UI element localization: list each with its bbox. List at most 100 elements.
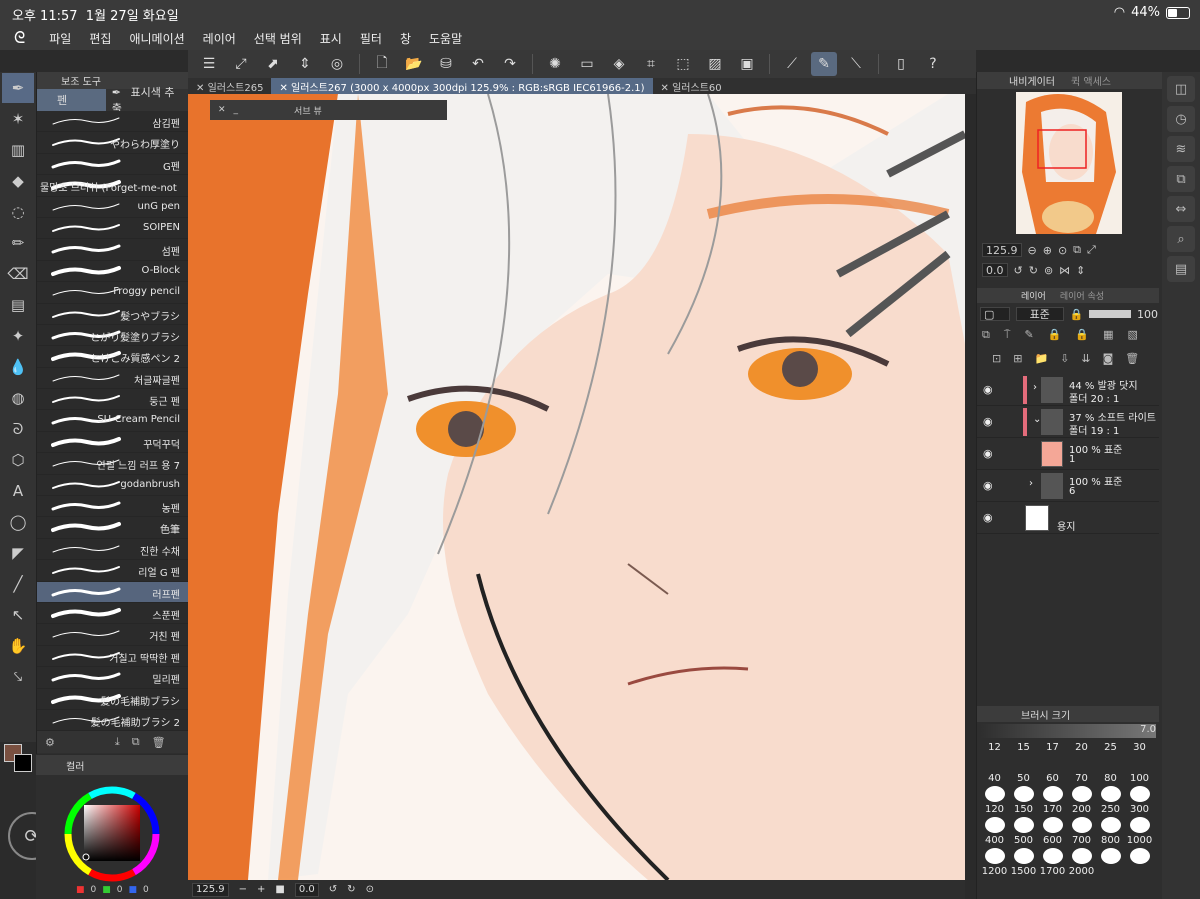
menu-file[interactable]: 파일 bbox=[49, 30, 71, 47]
open-file-icon[interactable]: 📂 bbox=[401, 52, 427, 76]
layer-mode-toggle[interactable]: ▢ bbox=[980, 307, 1010, 321]
navigator-tab[interactable]: 내비게이터 bbox=[1009, 73, 1055, 88]
brush-size-option[interactable]: 1200 bbox=[980, 866, 1009, 895]
brush-item[interactable]: SOIPEN bbox=[37, 217, 188, 240]
nav-zoom-out-icon[interactable]: ⊖ bbox=[1028, 244, 1037, 257]
zoom-out-icon[interactable]: − bbox=[239, 884, 247, 895]
clip-icon[interactable]: ⧉ bbox=[982, 328, 990, 344]
tab-illust267[interactable]: ✕ 일러스트267 (3000 x 4000px 300dpi 125.9% :… bbox=[271, 78, 653, 94]
lock-alpha-icon[interactable]: 🔒 bbox=[1048, 328, 1062, 344]
transform-icon[interactable]: ⬈ bbox=[260, 52, 286, 76]
menu-selection[interactable]: 선택 범위 bbox=[254, 30, 302, 47]
nav-zoom-field[interactable]: 125.9 bbox=[982, 243, 1022, 257]
new-vector-icon[interactable]: ⊞ bbox=[1013, 352, 1022, 368]
nav-flip-v-icon[interactable]: ⤢ bbox=[1087, 243, 1096, 257]
loading-icon[interactable]: ✺ bbox=[542, 52, 568, 76]
subview-window[interactable]: ✕ _ 서브 뷰 bbox=[210, 100, 447, 120]
brush-size-option[interactable]: 500 bbox=[1009, 835, 1038, 864]
brush-size-option[interactable]: 200 bbox=[1067, 804, 1096, 833]
brush-item[interactable]: 연필 느낌 러프 용 7 bbox=[37, 453, 188, 475]
brush-size-tab[interactable]: 브러시 크기 bbox=[977, 706, 1159, 722]
brush-size-option[interactable]: 70 bbox=[1067, 773, 1096, 802]
clear-icon[interactable]: ▭ bbox=[574, 52, 600, 76]
nav-reset-icon[interactable]: ⊚ bbox=[1044, 264, 1053, 277]
visibility-eye-icon[interactable]: ◉ bbox=[983, 511, 993, 524]
layer-tab[interactable]: 레이어 bbox=[1021, 289, 1046, 302]
color-wheel[interactable] bbox=[36, 777, 188, 887]
frame-tool-icon[interactable]: ◤ bbox=[2, 538, 34, 568]
draft-icon[interactable]: ✎ bbox=[1024, 328, 1033, 344]
copy-icon[interactable]: ⧉ bbox=[132, 735, 140, 749]
merge-visible-icon[interactable]: ⇊ bbox=[1081, 352, 1090, 368]
opacity-value[interactable]: 100 bbox=[1137, 308, 1158, 321]
expand-chevron-icon[interactable]: › bbox=[1033, 382, 1037, 393]
brush-item[interactable]: 色筆 bbox=[37, 517, 188, 539]
menu-icon[interactable]: ☰ bbox=[196, 52, 222, 76]
merge-down-icon[interactable]: ⇩ bbox=[1060, 352, 1069, 368]
nav-zoom-in-icon[interactable]: ⊕ bbox=[1043, 244, 1052, 257]
blend-tool-icon[interactable]: 💧 bbox=[2, 352, 34, 382]
subtool-settings-icon[interactable]: ⚙ bbox=[45, 736, 55, 749]
pen-tool-icon[interactable]: ✒ bbox=[2, 73, 34, 103]
brush-size-option[interactable]: 100 bbox=[1125, 773, 1154, 802]
brush-item[interactable]: 리얼 G 펜 bbox=[37, 560, 188, 582]
brush-size-option[interactable]: 800 bbox=[1096, 835, 1125, 864]
save-icon[interactable]: ⛁ bbox=[433, 52, 459, 76]
nav-flip-h-icon[interactable]: ⧉ bbox=[1073, 243, 1081, 257]
brush-size-option[interactable]: 700 bbox=[1067, 835, 1096, 864]
visibility-eye-icon[interactable]: ◉ bbox=[983, 447, 993, 460]
nav-fit-icon[interactable]: ⊙ bbox=[1058, 244, 1067, 257]
brush-size-option[interactable]: 150 bbox=[1009, 804, 1038, 833]
brush-size-option[interactable]: 17 bbox=[1038, 742, 1067, 771]
brush-size-dock-icon[interactable]: ⇔ bbox=[1167, 196, 1195, 222]
expand-icon[interactable]: ⤢ bbox=[228, 52, 254, 76]
lock-icon[interactable]: 🔒 bbox=[1070, 308, 1084, 321]
blend-mode-select[interactable]: 표준 bbox=[1015, 307, 1064, 321]
brush-item[interactable]: unG pen bbox=[37, 196, 188, 218]
ruler-snap-icon[interactable]: ⟋ bbox=[779, 52, 805, 76]
new-folder-icon[interactable]: 📁 bbox=[1034, 352, 1048, 368]
object-tool-icon[interactable]: ⬡ bbox=[2, 445, 34, 475]
angle-field[interactable]: 0.0 bbox=[294, 882, 319, 897]
zoom-in-icon[interactable]: + bbox=[257, 884, 265, 895]
brush-size-option[interactable]: 120 bbox=[980, 804, 1009, 833]
brush-item[interactable]: とがり髪塗りブラシ bbox=[37, 324, 188, 347]
brush-size-option[interactable]: 600 bbox=[1038, 835, 1067, 864]
menu-filter[interactable]: 필터 bbox=[360, 30, 382, 47]
pen-mode-icon[interactable]: ⟍ bbox=[843, 52, 869, 76]
menu-animation[interactable]: 애니메이션 bbox=[129, 30, 184, 47]
rotate-canvas-icon[interactable]: ◎ bbox=[324, 52, 350, 76]
brush-item[interactable]: 거친 펜 bbox=[37, 624, 188, 646]
redo-icon[interactable]: ↷ bbox=[497, 52, 523, 76]
brush-size-option[interactable]: 20 bbox=[1067, 742, 1096, 771]
menu-layer[interactable]: 레이어 bbox=[203, 30, 236, 47]
brush-size-option[interactable]: 80 bbox=[1096, 773, 1125, 802]
brush-size-option[interactable]: 15 bbox=[1009, 742, 1038, 771]
layer-row[interactable]: ◉ 100 % 표준 1 bbox=[977, 438, 1159, 470]
brush-item[interactable]: godanbrush bbox=[37, 474, 188, 497]
layer-row[interactable]: ◉ ⌄ 37 % 소프트 라이트 폴더 19 : 1 bbox=[977, 406, 1159, 438]
nav-rotate-right-icon[interactable]: ↻ bbox=[1029, 264, 1038, 277]
brush-item[interactable]: 러프펜 bbox=[37, 581, 188, 603]
visibility-eye-icon[interactable]: ◉ bbox=[983, 479, 993, 492]
brush-item[interactable]: 거칠고 딱딱한 펜 bbox=[37, 645, 188, 668]
mask-icon[interactable]: ▦ bbox=[1103, 328, 1113, 344]
brush-item[interactable]: 처글짜글펜 bbox=[37, 367, 188, 390]
brush-item[interactable]: Froggy pencil bbox=[37, 282, 188, 304]
layer-property-tab[interactable]: 레이어 속성 bbox=[1060, 289, 1104, 302]
brush-item[interactable]: 삼김펜 bbox=[37, 111, 188, 133]
brush-size-option[interactable]: 40 bbox=[980, 773, 1009, 802]
layer-search-icon[interactable]: ⧉ bbox=[1167, 166, 1195, 192]
trash-icon[interactable]: 🗑 bbox=[152, 736, 166, 749]
subtool-dock-icon[interactable]: ◷ bbox=[1167, 106, 1195, 132]
brush-size-option[interactable]: 30 bbox=[1125, 742, 1154, 771]
brush-size-option[interactable]: 250 bbox=[1096, 804, 1125, 833]
layer-row[interactable]: ◉ › 44 % 발광 닷지 폴더 20 : 1 bbox=[977, 374, 1159, 406]
lasso-select-icon[interactable]: ᘐ bbox=[2, 414, 34, 444]
brush-size-option[interactable]: 60 bbox=[1038, 773, 1067, 802]
decoration-tool-icon[interactable]: ✦ bbox=[2, 321, 34, 351]
rotate-right-icon[interactable]: ↻ bbox=[347, 884, 355, 895]
tab-illust60[interactable]: ✕ 일러스트60 bbox=[653, 78, 730, 94]
nav-mirror-icon[interactable]: ⋈ bbox=[1059, 264, 1070, 277]
brush-size-option[interactable]: 2000 bbox=[1067, 866, 1096, 895]
